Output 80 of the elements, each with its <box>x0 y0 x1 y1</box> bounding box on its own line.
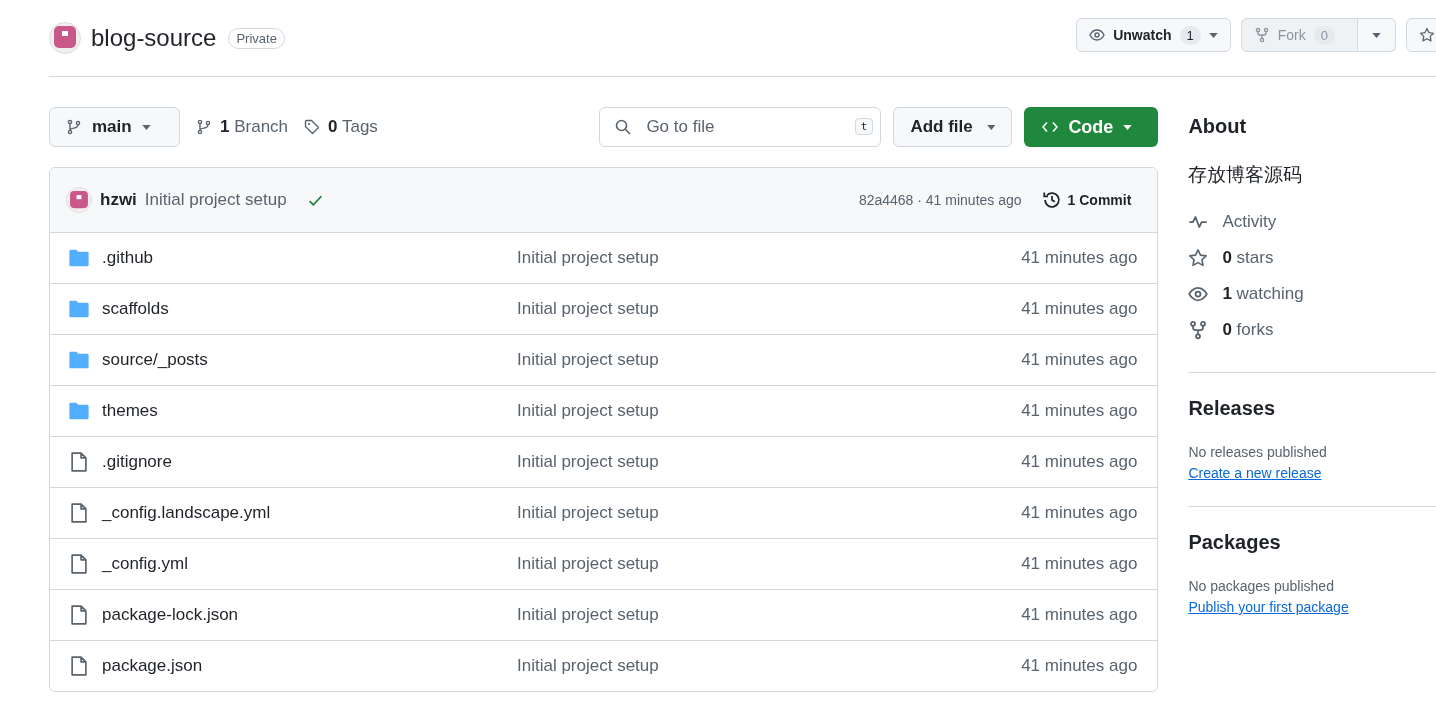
file-icon <box>68 502 90 524</box>
caret-icon <box>1208 32 1218 38</box>
commit-time: 41 minutes ago <box>1021 401 1138 421</box>
commit-message-link[interactable]: Initial project setup <box>517 656 1022 676</box>
tag-icon <box>304 119 321 135</box>
caret-icon <box>1123 124 1133 130</box>
file-name-link[interactable]: source/_posts <box>102 350 208 370</box>
file-icon <box>68 655 90 677</box>
branch-select-button[interactable]: main <box>49 107 180 147</box>
commits-link[interactable]: 1 Commit <box>1041 190 1132 210</box>
file-icon <box>68 553 90 575</box>
forks-counter: 0 <box>1313 25 1335 45</box>
commit-time: 41 minutes ago <box>1021 452 1138 472</box>
commit-author-link[interactable]: hzwi <box>100 190 137 210</box>
star-icon <box>1419 27 1435 43</box>
commit-message-link[interactable]: Initial project setup <box>517 554 1022 574</box>
fork-icon <box>1253 27 1270 43</box>
branch-icon <box>196 119 212 135</box>
watchers-counter: 1 <box>1179 25 1201 45</box>
folder-icon <box>68 247 90 269</box>
file-name-link[interactable]: _config.yml <box>102 554 188 574</box>
commit-message-link[interactable]: Initial project setup <box>517 605 1022 625</box>
file-name-link[interactable]: scaffolds <box>102 299 169 319</box>
stat-link[interactable]: 0 forks <box>1188 312 1436 348</box>
file-name-link[interactable]: .gitignore <box>102 452 172 472</box>
stat-link[interactable]: Activity <box>1188 204 1436 240</box>
commit-message-link[interactable]: Initial project setup <box>517 299 1022 319</box>
create-release-link[interactable]: Create a new release <box>1188 465 1322 481</box>
file-name-link[interactable]: package.json <box>102 656 203 676</box>
add-file-button[interactable]: Add file <box>893 107 1013 147</box>
file-icon <box>68 451 90 473</box>
repo-description: 存放博客源码 <box>1188 163 1304 187</box>
user-avatar-icon <box>66 187 92 213</box>
file-icon <box>68 604 90 626</box>
repo-avatar-icon <box>49 22 81 54</box>
search-icon <box>615 119 632 135</box>
file-name-link[interactable]: .github <box>102 248 154 268</box>
eye-icon <box>1188 284 1209 304</box>
commit-message-link[interactable]: Initial project setup <box>517 503 1022 523</box>
releases-note: No releases published <box>1188 444 1328 460</box>
code-icon <box>1042 119 1059 135</box>
commit-time: 41 minutes ago <box>1021 503 1138 523</box>
unwatch-button[interactable]: Unwatch 1 <box>1076 18 1231 52</box>
about-heading: About <box>1188 115 1248 138</box>
commit-time: 41 minutes ago <box>1021 554 1138 574</box>
caret-icon <box>1372 32 1381 38</box>
commit-message-link[interactable]: Initial project setup <box>517 248 1022 268</box>
file-name-link[interactable]: _config.landscape.yml <box>102 503 271 523</box>
commit-time: 41 minutes ago <box>1021 299 1138 319</box>
caret-icon <box>986 124 996 130</box>
eye-icon <box>1089 27 1106 43</box>
stat-link[interactable]: 0 stars <box>1188 240 1436 276</box>
file-name-link[interactable]: package-lock.json <box>102 605 239 625</box>
publish-package-link[interactable]: Publish your first package <box>1188 599 1349 615</box>
commit-time: 41 minutes ago <box>1021 350 1138 370</box>
caret-icon <box>141 124 151 130</box>
file-name-link[interactable]: themes <box>102 401 158 421</box>
commit-message-link[interactable]: Initial project setup <box>517 452 1022 472</box>
folder-icon <box>68 349 90 371</box>
repo-name[interactable]: blog-source <box>91 24 217 52</box>
commit-time: 41 minutes ago <box>1021 248 1138 268</box>
branch-icon <box>66 119 82 135</box>
commit-message-link[interactable]: Initial project setup <box>144 190 287 210</box>
commit-message-link[interactable]: Initial project setup <box>517 401 1022 421</box>
folder-icon <box>68 298 90 320</box>
commit-hash-time: 82a4468 · 41 minutes ago <box>858 192 1022 208</box>
commit-time: 41 minutes ago <box>1021 656 1138 676</box>
commit-message-link[interactable]: Initial project setup <box>517 350 1022 370</box>
commit-time: 41 minutes ago <box>1021 605 1138 625</box>
history-icon <box>1041 190 1062 210</box>
tags-link[interactable]: 0 Tags <box>304 117 378 137</box>
branches-link[interactable]: 1 Branch <box>196 117 289 137</box>
releases-heading: Releases <box>1188 397 1277 420</box>
folder-icon <box>68 400 90 422</box>
fork-icon <box>1188 320 1209 340</box>
packages-note: No packages published <box>1188 578 1335 594</box>
code-button[interactable]: Code <box>1024 107 1159 147</box>
packages-heading: Packages <box>1188 531 1282 554</box>
star-icon <box>1188 248 1209 268</box>
stat-link[interactable]: 1 watching <box>1188 276 1436 312</box>
